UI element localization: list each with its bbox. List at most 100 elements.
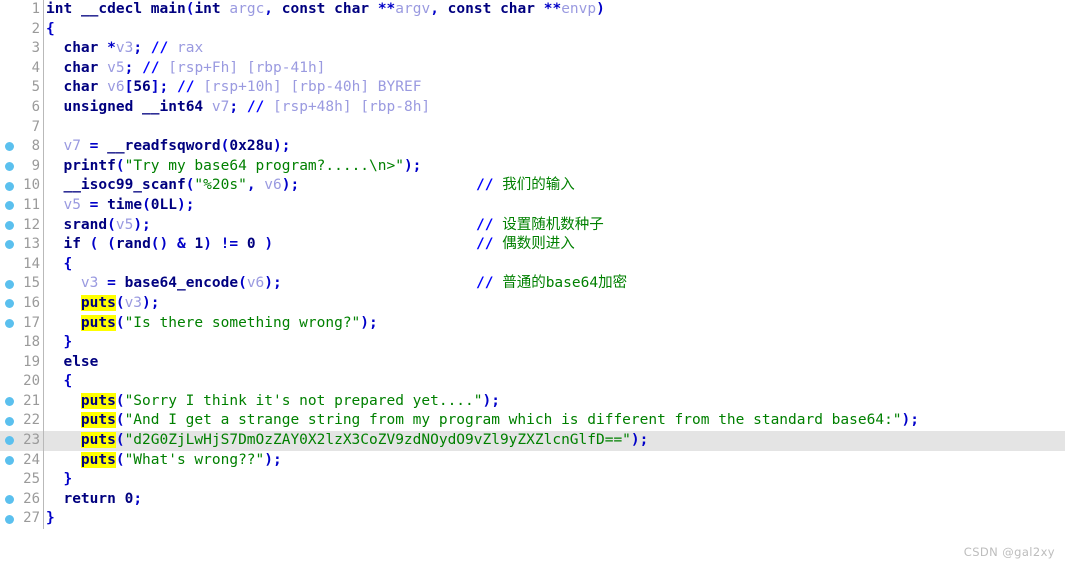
breakpoint-dot-icon[interactable] [4, 397, 14, 407]
line-gutter[interactable] [0, 118, 18, 138]
code-line[interactable]: 6 unsigned __int64 v7; // [rsp+48h] [rbp… [0, 97, 1065, 118]
line-code-text[interactable]: puts("d2G0ZjLwHjS7DmOzZAY0X2lzX3CoZV9zdN… [46, 431, 648, 451]
line-code-text[interactable]: } [46, 333, 72, 353]
breakpoint-dot-icon[interactable] [4, 514, 14, 524]
line-gutter[interactable] [0, 274, 18, 294]
breakpoint-dot-icon[interactable] [4, 220, 14, 230]
code-line[interactable]: 16 puts(v3); [0, 293, 1065, 314]
line-gutter[interactable] [0, 372, 18, 392]
line-gutter[interactable] [0, 255, 18, 275]
line-gutter[interactable] [0, 314, 18, 334]
line-code-text[interactable]: puts(v3); [46, 294, 160, 314]
breakpoint-dot-icon[interactable] [4, 318, 14, 328]
breakpoint-dot-icon[interactable] [4, 455, 14, 465]
code-line[interactable]: 2{ [0, 19, 1065, 40]
code-line[interactable]: 15 v3 = base64_encode(v6); // 普通的base64加密 [0, 274, 1065, 294]
line-gutter[interactable] [0, 59, 18, 79]
line-code-text[interactable]: else [46, 353, 98, 373]
breakpoint-dot-icon[interactable] [4, 299, 14, 309]
line-gutter[interactable] [0, 157, 18, 177]
breakpoint-dot-icon[interactable] [4, 279, 14, 289]
code-line[interactable]: 12 srand(v5); // 设置随机数种子 [0, 215, 1065, 236]
code-line[interactable]: 13 if ( (rand() & 1) != 0 ) // 偶数则进入 [0, 235, 1065, 255]
code-line[interactable]: 20 { [0, 372, 1065, 392]
pseudocode-viewer[interactable]: 1 int __cdecl main(int argc, const char *… [0, 0, 1065, 567]
line-code-text[interactable]: if ( (rand() & 1) != 0 ) [46, 235, 273, 255]
line-gutter[interactable] [0, 294, 18, 314]
code-line[interactable]: 17 puts("Is there something wrong?"); [0, 313, 1065, 334]
line-code-text[interactable]: { [46, 255, 72, 275]
line-gutter[interactable] [0, 411, 18, 431]
code-line[interactable]: 21 puts("Sorry I think it's not prepared… [0, 391, 1065, 412]
line-gutter[interactable] [0, 98, 18, 118]
gutter-divider [43, 254, 44, 275]
breakpoint-dot-icon[interactable] [4, 142, 14, 152]
line-code-text[interactable]: unsigned __int64 v7; // [rsp+48h] [rbp-8… [46, 98, 430, 118]
line-gutter[interactable] [0, 78, 18, 98]
line-code-text[interactable]: } [46, 509, 55, 529]
line-code-text[interactable]: puts("What's wrong??"); [46, 451, 282, 471]
code-line[interactable]: 8 v7 = __readfsqword(0x28u); [0, 137, 1065, 157]
line-code-text[interactable]: int __cdecl main(int argc, const char **… [46, 0, 605, 20]
line-gutter[interactable] [0, 137, 18, 157]
line-code-text[interactable]: { [46, 20, 55, 40]
line-code-text[interactable]: v5 = time(0LL); [46, 196, 194, 216]
code-line[interactable]: 27} [0, 509, 1065, 530]
line-gutter[interactable] [0, 20, 18, 40]
line-gutter[interactable] [0, 353, 18, 373]
line-gutter[interactable] [0, 451, 18, 471]
line-code-text[interactable]: char *v3; // rax [46, 39, 203, 59]
breakpoint-dot-icon[interactable] [4, 181, 14, 191]
code-line[interactable]: 1 int __cdecl main(int argc, const char *… [0, 0, 1065, 20]
line-gutter[interactable] [0, 216, 18, 236]
code-line[interactable]: 23 puts("d2G0ZjLwHjS7DmOzZAY0X2lzX3CoZV9… [0, 431, 1065, 451]
line-code-text[interactable]: return 0; [46, 490, 142, 510]
line-gutter[interactable] [0, 509, 18, 529]
line-code-text[interactable]: srand(v5); [46, 216, 150, 236]
line-code-text[interactable]: printf("Try my base64 program?.....\n>")… [46, 157, 421, 177]
line-gutter[interactable] [0, 470, 18, 490]
code-line[interactable]: 9 printf("Try my base64 program?.....\n>… [0, 156, 1065, 177]
breakpoint-dot-icon[interactable] [4, 495, 14, 505]
code-line[interactable]: 18 } [0, 333, 1065, 353]
line-code-text[interactable]: v7 = __readfsqword(0x28u); [46, 137, 290, 157]
line-gutter[interactable] [0, 490, 18, 510]
breakpoint-dot-icon[interactable] [4, 436, 14, 446]
line-gutter[interactable] [0, 39, 18, 59]
code-line[interactable]: 5 char v6[56]; // [rsp+10h] [rbp-40h] BY… [0, 78, 1065, 98]
line-code-text[interactable]: char v6[56]; // [rsp+10h] [rbp-40h] BYRE… [46, 78, 421, 98]
line-code-text[interactable]: __isoc99_scanf("%20s", v6); [46, 176, 299, 196]
code-line[interactable]: 24 puts("What's wrong??"); [0, 450, 1065, 471]
code-line[interactable]: 3 char *v3; // rax [0, 39, 1065, 59]
line-gutter[interactable] [0, 431, 18, 451]
gutter-divider [43, 470, 44, 490]
line-gutter[interactable] [0, 333, 18, 353]
code-line[interactable]: 4 char v5; // [rsp+Fh] [rbp-41h] [0, 58, 1065, 79]
breakpoint-dot-icon[interactable] [4, 162, 14, 172]
code-lines-container[interactable]: 1 int __cdecl main(int argc, const char *… [0, 0, 1065, 567]
line-code-text[interactable]: char v5; // [rsp+Fh] [rbp-41h] [46, 59, 325, 79]
line-gutter[interactable] [0, 235, 18, 255]
code-line[interactable]: 11 v5 = time(0LL); [0, 195, 1065, 216]
code-line[interactable]: 7 [0, 117, 1065, 138]
line-code-text[interactable]: puts("Sorry I think it's not prepared ye… [46, 392, 500, 412]
line-code-text[interactable]: puts("Is there something wrong?"); [46, 314, 378, 334]
line-code-text[interactable]: v3 = base64_encode(v6); [46, 274, 282, 294]
line-gutter[interactable] [0, 0, 18, 20]
breakpoint-dot-icon[interactable] [4, 240, 14, 250]
code-line[interactable]: 10 __isoc99_scanf("%20s", v6); // 我们的输入 [0, 176, 1065, 196]
line-gutter[interactable] [0, 196, 18, 216]
line-code-text[interactable]: } [46, 470, 72, 490]
line-gutter[interactable] [0, 392, 18, 412]
code-line[interactable]: 19 else [0, 352, 1065, 373]
code-line[interactable]: 22 puts("And I get a strange string from… [0, 411, 1065, 432]
line-gutter[interactable] [0, 176, 18, 196]
code-line[interactable]: 14 { [0, 254, 1065, 275]
breakpoint-dot-icon[interactable] [4, 201, 14, 211]
code-line[interactable]: 25 } [0, 470, 1065, 490]
breakpoint-dot-icon [5, 476, 14, 485]
code-line[interactable]: 26 return 0; [0, 489, 1065, 510]
breakpoint-dot-icon[interactable] [4, 416, 14, 426]
line-code-text[interactable]: puts("And I get a strange string from my… [46, 411, 919, 431]
line-code-text[interactable]: { [46, 372, 72, 392]
